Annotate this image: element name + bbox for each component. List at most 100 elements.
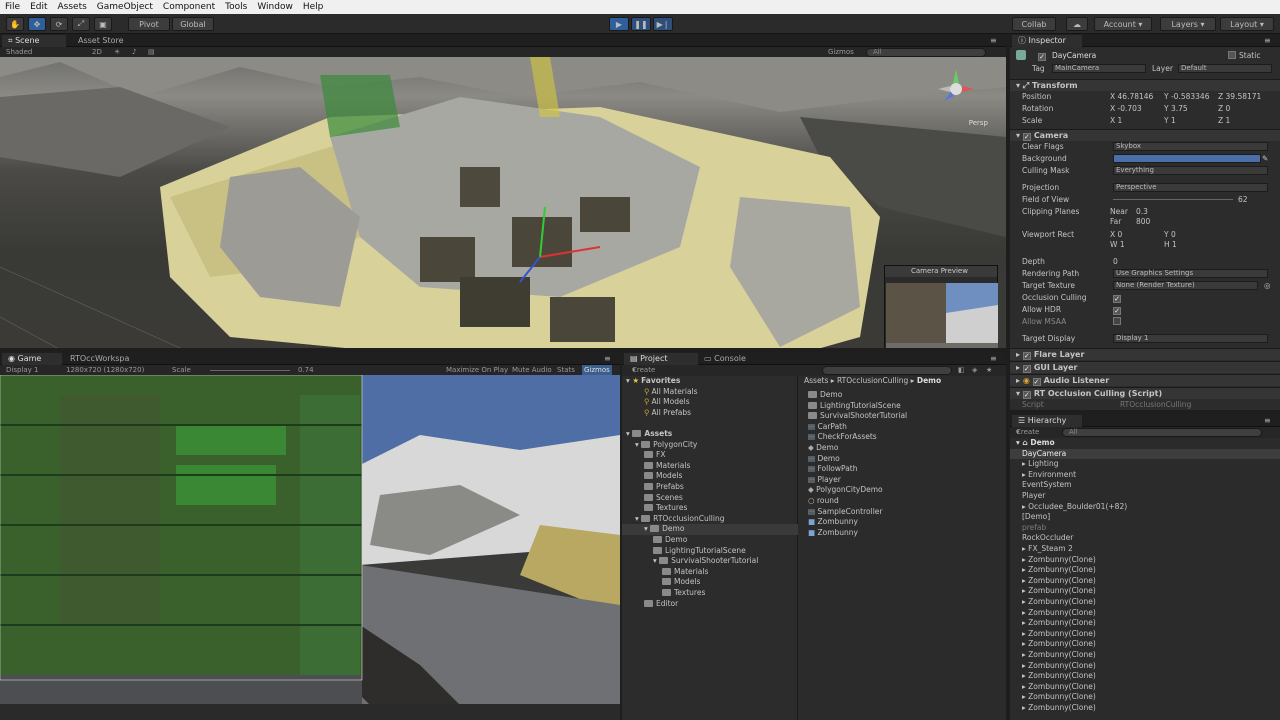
- tab-rtocc-workspace[interactable]: RTOccWorkspa: [64, 353, 136, 365]
- hierarchy-item[interactable]: EventSystem: [1010, 480, 1280, 491]
- hierarchy-item[interactable]: ▸ Lighting: [1010, 459, 1280, 470]
- hierarchy-item[interactable]: ▸ Zombunny(Clone): [1010, 671, 1280, 682]
- folder-item[interactable]: Models: [662, 577, 700, 588]
- tab-asset-store[interactable]: Asset Store: [72, 35, 142, 47]
- tab-hierarchy[interactable]: ☰ Hierarchy: [1012, 415, 1082, 427]
- background-color-swatch[interactable]: [1113, 154, 1261, 163]
- menu-window[interactable]: Window: [252, 2, 298, 12]
- folder-item[interactable]: ▾ PolygonCity: [635, 440, 697, 451]
- static-checkbox[interactable]: Static: [1228, 50, 1260, 61]
- file-item[interactable]: ◆ Demo: [808, 443, 838, 454]
- component-gui-layer[interactable]: ▸ ✓ GUI Layer: [1010, 361, 1280, 373]
- hierarchy-item[interactable]: ▸ FX_Steam 2: [1010, 544, 1280, 555]
- scene-viewport[interactable]: Persp Camera Preview: [0, 57, 1006, 348]
- folder-item[interactable]: Textures: [644, 503, 687, 514]
- inspector-menu-icon[interactable]: ≡: [1264, 35, 1278, 47]
- file-item[interactable]: ▤ CarPath: [808, 422, 847, 433]
- hand-tool-icon[interactable]: ✋: [6, 17, 24, 31]
- scale-tool-icon[interactable]: ⤢: [72, 17, 90, 31]
- filter-type-icon[interactable]: ◧: [958, 365, 965, 376]
- rotate-tool-icon[interactable]: ⟳: [50, 17, 68, 31]
- hierarchy-item[interactable]: ▸ Zombunny(Clone): [1010, 692, 1280, 703]
- folder-item[interactable]: Models: [644, 471, 682, 482]
- cloud-icon[interactable]: ☁: [1066, 17, 1088, 31]
- file-item[interactable]: ■ Zombunny: [808, 528, 858, 539]
- scale-z-field[interactable]: Z 1: [1218, 115, 1230, 126]
- object-active-checkbox[interactable]: ✓: [1038, 50, 1049, 61]
- component-audio-listener[interactable]: ▸ ◉ ✓ Audio Listener: [1010, 374, 1280, 386]
- rotation-x-field[interactable]: X -0.703: [1110, 103, 1142, 114]
- breadcrumb-item[interactable]: RTOcclusionCulling: [837, 376, 908, 385]
- camera-header[interactable]: ▾ ✓ Camera: [1010, 129, 1280, 141]
- tab-inspector[interactable]: ⓘ Inspector: [1012, 35, 1082, 47]
- hierarchy-item[interactable]: ▸ Occludee_Boulder01(+82): [1010, 502, 1280, 513]
- favorites-header[interactable]: ▾ ★ Favorites: [626, 376, 680, 387]
- fov-value[interactable]: 62: [1238, 194, 1248, 205]
- component-flare-layer[interactable]: ▸ ✓ Flare Layer: [1010, 348, 1280, 360]
- rect-tool-icon[interactable]: ▣: [94, 17, 112, 31]
- hierarchy-item[interactable]: ▸ Environment: [1010, 470, 1280, 481]
- global-button[interactable]: Global: [172, 17, 214, 31]
- folder-item[interactable]: ▾ SurvivalShooterTutorial: [653, 556, 758, 567]
- folder-item[interactable]: ▾ Demo: [622, 524, 798, 535]
- tab-game[interactable]: ◉ Game: [2, 353, 62, 365]
- hierarchy-item[interactable]: ▸ Zombunny(Clone): [1010, 608, 1280, 619]
- file-item[interactable]: LightingTutorialScene: [808, 401, 901, 412]
- transform-header[interactable]: ▾ ⤢ Transform: [1010, 79, 1280, 91]
- object-name-field[interactable]: DayCamera: [1052, 50, 1096, 61]
- hierarchy-item[interactable]: RockOccluder: [1010, 533, 1280, 544]
- script-field[interactable]: RTOcclusionCulling: [1120, 399, 1191, 410]
- folder-item[interactable]: Demo: [653, 535, 687, 546]
- folder-item[interactable]: LightingTutorialScene: [653, 546, 746, 557]
- scene-search-input[interactable]: All: [866, 48, 986, 57]
- folder-item[interactable]: Textures: [662, 588, 705, 599]
- tab-project[interactable]: ▤ Project: [624, 353, 698, 365]
- file-item[interactable]: ▤ SampleController: [808, 507, 883, 518]
- folder-item[interactable]: Editor: [644, 599, 678, 610]
- hierarchy-menu-icon[interactable]: ≡: [1264, 415, 1278, 427]
- favorite-item[interactable]: ⚲ All Materials: [644, 387, 698, 398]
- hierarchy-item[interactable]: DayCamera: [1010, 448, 1280, 460]
- occlusion-checkbox[interactable]: ✓: [1113, 292, 1124, 303]
- hierarchy-item[interactable]: ▸ Zombunny(Clone): [1010, 682, 1280, 693]
- far-field[interactable]: 800: [1136, 216, 1150, 227]
- layers-dropdown[interactable]: Layers ▾: [1160, 17, 1216, 31]
- hierarchy-item[interactable]: ▸ Zombunny(Clone): [1010, 565, 1280, 576]
- project-search-input[interactable]: [822, 366, 952, 375]
- target-texture-field[interactable]: None (Render Texture): [1113, 281, 1258, 290]
- assets-root-folder[interactable]: ▾ Assets: [626, 429, 672, 440]
- eyedropper-icon[interactable]: ✎: [1262, 153, 1268, 164]
- hierarchy-item[interactable]: ▸ Zombunny(Clone): [1010, 629, 1280, 640]
- scale-x-field[interactable]: X 1: [1110, 115, 1122, 126]
- folder-item[interactable]: Materials: [662, 567, 708, 578]
- tag-dropdown[interactable]: MainCamera: [1052, 64, 1146, 73]
- favorite-item[interactable]: ⚲ All Prefabs: [644, 408, 691, 419]
- hierarchy-item[interactable]: [Demo]: [1010, 512, 1280, 523]
- hierarchy-search-input[interactable]: All: [1062, 428, 1262, 437]
- breadcrumb-item[interactable]: Assets: [804, 376, 828, 385]
- menu-gameobject[interactable]: GameObject: [92, 2, 158, 12]
- play-button[interactable]: ▶: [609, 17, 629, 31]
- menu-assets[interactable]: Assets: [53, 2, 92, 12]
- hierarchy-item[interactable]: ▸ Zombunny(Clone): [1010, 618, 1280, 629]
- folder-item[interactable]: Prefabs: [644, 482, 684, 493]
- vp-h-field[interactable]: H 1: [1164, 239, 1177, 250]
- tab-console[interactable]: ▭ Console: [698, 353, 758, 365]
- file-item[interactable]: ▤ Demo: [808, 454, 840, 465]
- menu-tools[interactable]: Tools: [220, 2, 252, 12]
- menu-file[interactable]: File: [0, 2, 25, 12]
- pause-button[interactable]: ❚❚: [631, 17, 651, 31]
- position-z-field[interactable]: Z 39.58171: [1218, 91, 1261, 102]
- hierarchy-item[interactable]: ▸ Zombunny(Clone): [1010, 703, 1280, 714]
- project-create-button[interactable]: Create ▾: [632, 365, 655, 376]
- rendering-path-dropdown[interactable]: Use Graphics Settings: [1113, 269, 1268, 278]
- layer-dropdown[interactable]: Default: [1178, 64, 1272, 73]
- hierarchy-item[interactable]: ▸ Zombunny(Clone): [1010, 576, 1280, 587]
- game-panel-menu-icon[interactable]: ≡: [604, 353, 618, 365]
- scale-y-field[interactable]: Y 1: [1164, 115, 1176, 126]
- account-dropdown[interactable]: Account ▾: [1094, 17, 1152, 31]
- component-rt-occlusion-script[interactable]: ▾ ✓ RT Occlusion Culling (Script): [1010, 387, 1280, 399]
- orientation-gizmo[interactable]: [936, 67, 976, 107]
- pivot-button[interactable]: Pivot: [128, 17, 170, 31]
- file-item[interactable]: ▤ Player: [808, 475, 841, 486]
